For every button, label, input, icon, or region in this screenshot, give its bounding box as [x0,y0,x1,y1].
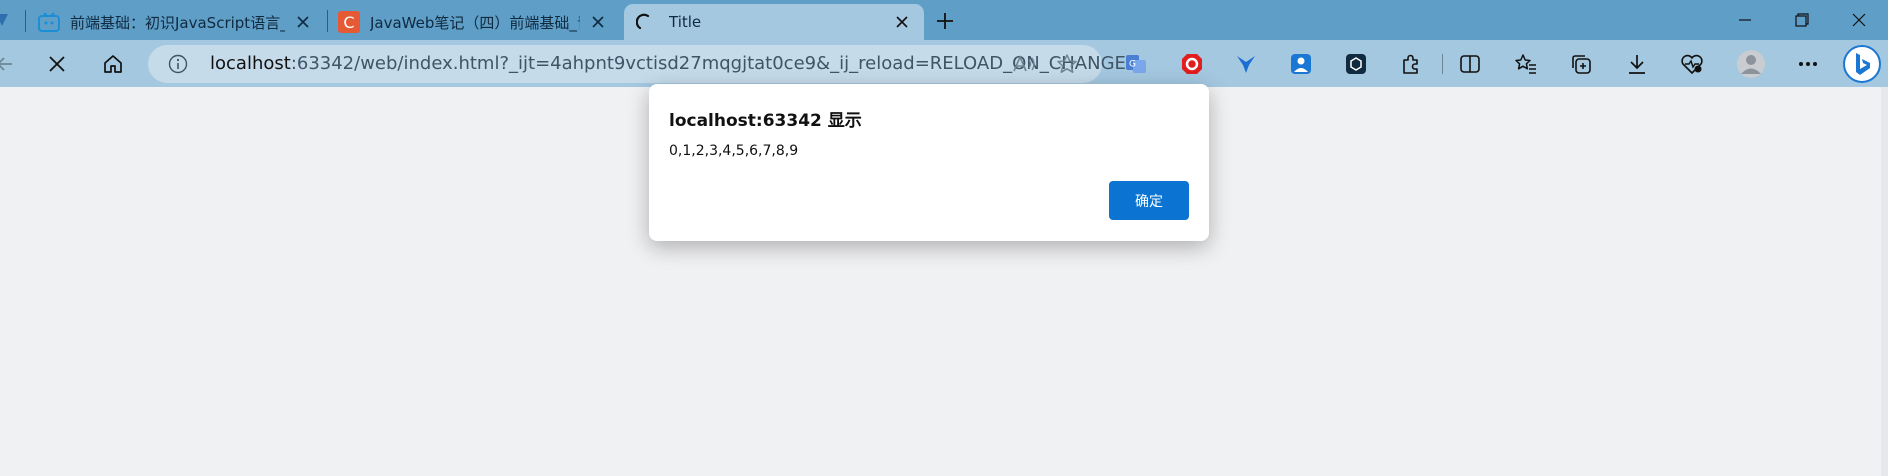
extensions-puzzle-icon[interactable] [1393,46,1429,82]
tab-title: 前端基础：初识JavaScript语言_哔 [70,13,285,32]
restore-button[interactable] [1776,0,1828,40]
favorite-star-icon[interactable] [1056,53,1078,75]
tab-separator [25,10,26,32]
stop-loading-button[interactable] [39,46,75,82]
new-tab-button[interactable] [932,8,958,34]
cube-extension-icon[interactable] [1338,46,1374,82]
profile-avatar[interactable] [1733,46,1769,82]
tab-title: Title [669,13,702,31]
address-bar[interactable]: localhost:63342/web/index.html?_ijt=4ahp… [148,45,1126,83]
url-text[interactable]: localhost:63342/web/index.html?_ijt=4ahp… [210,45,1126,83]
favorites-icon[interactable] [1508,46,1544,82]
home-button[interactable] [95,46,131,82]
browser-essentials-icon[interactable] [1674,46,1710,82]
dialog-title: localhost:63342 显示 [669,111,862,131]
info-icon[interactable] [168,54,188,74]
pinned-tab-icon[interactable] [0,10,14,30]
scrollbar[interactable] [1881,87,1888,476]
bing-copilot-icon[interactable] [1842,44,1882,84]
adblock-extension-icon[interactable] [1174,46,1210,82]
bird-extension-icon[interactable] [1228,46,1264,82]
ok-button[interactable]: 确定 [1109,181,1189,220]
tab-title: JavaWeb笔记（四）前端基础_青 [370,13,580,32]
collections-icon[interactable] [1563,46,1599,82]
read-aloud-icon[interactable] [1012,54,1036,74]
tab-csdn[interactable]: C JavaWeb笔记（四）前端基础_青 [330,4,620,40]
tab-title-active[interactable]: Title [624,4,924,40]
url-host: localhost [210,53,291,74]
bilibili-icon [38,12,60,32]
back-button[interactable] [0,46,22,82]
close-tab-icon[interactable] [293,12,313,32]
translate-extension-icon[interactable]: G [1118,46,1154,82]
toolbar-divider [1442,54,1443,74]
toolbar: localhost:63342/web/index.html?_ijt=4ahp… [0,40,1888,87]
tab-bar: 前端基础：初识JavaScript语言_哔 C JavaWeb笔记（四）前端基础… [0,0,1888,40]
close-tab-icon[interactable] [588,12,608,32]
url-path: :63342/web/index.html?_ijt=4ahpnt9vctisd… [290,53,1126,74]
split-screen-icon[interactable] [1452,46,1488,82]
loading-spinner-icon [635,12,656,32]
more-options-icon[interactable] [1790,46,1826,82]
close-window-button[interactable] [1833,0,1885,40]
svg-text:C: C [343,13,354,32]
tab-separator [327,10,328,32]
tab-bilibili[interactable]: 前端基础：初识JavaScript语言_哔 [30,4,325,40]
csdn-icon: C [338,11,360,33]
svg-text:G: G [1129,60,1136,70]
dialog-message: 0,1,2,3,4,5,6,7,8,9 [669,143,799,159]
user-extension-icon[interactable] [1283,46,1319,82]
downloads-icon[interactable] [1619,46,1655,82]
alert-dialog: localhost:63342 显示 0,1,2,3,4,5,6,7,8,9 确… [649,84,1209,241]
close-tab-icon[interactable] [892,12,912,32]
minimize-button[interactable] [1719,0,1771,40]
